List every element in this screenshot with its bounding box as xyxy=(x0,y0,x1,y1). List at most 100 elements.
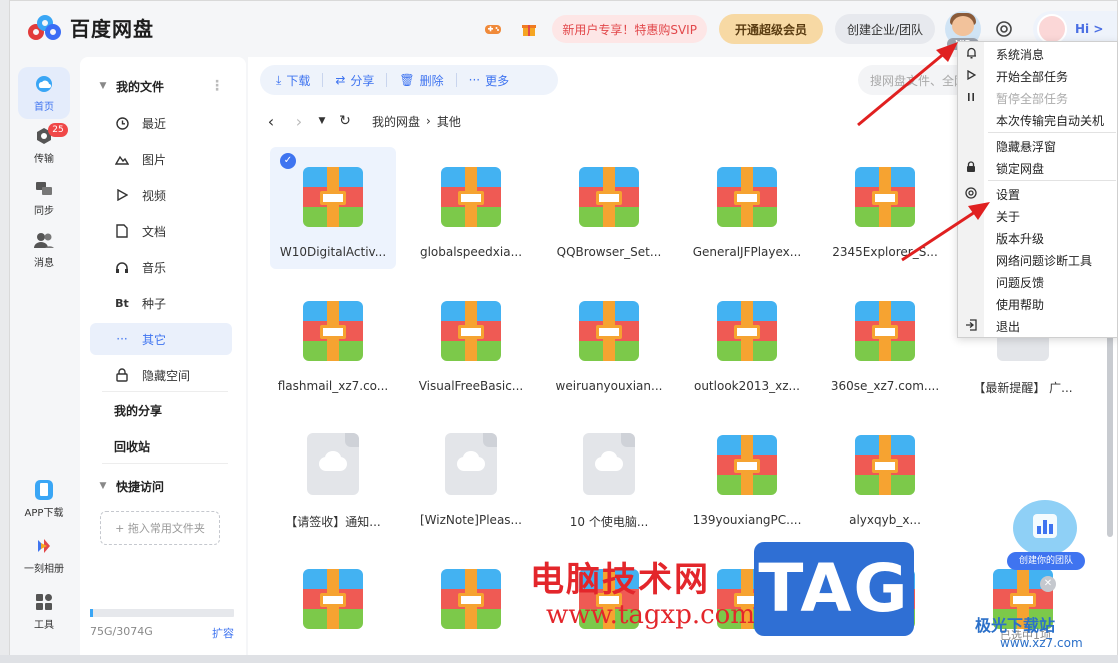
create-team-bubble[interactable]: 创建你的团队 xyxy=(1005,500,1085,572)
logo-text: 百度网盘 xyxy=(70,17,154,41)
rail-transfer[interactable]: 25 传输 xyxy=(18,119,70,171)
add-folder-dropzone[interactable]: + 拖入常用文件夹 xyxy=(100,511,220,545)
menu-item[interactable]: 锁定网盘 xyxy=(958,157,1118,179)
zip-archive-icon xyxy=(579,301,639,361)
svip-promo-button[interactable]: 新用户专享！特惠购SVIP xyxy=(552,15,707,43)
menu-item-label: 暂停全部任务 xyxy=(996,91,1069,106)
transfer-count-badge: 25 xyxy=(48,123,68,137)
file-tile[interactable]: outlook2013_xz... xyxy=(684,281,810,403)
my-files-header[interactable]: ▼ 我的文件 ⋮ xyxy=(90,71,232,101)
refresh-icon[interactable]: ↻ xyxy=(334,113,356,129)
menu-item[interactable]: 问题反馈 xyxy=(958,271,1118,293)
file-tile[interactable]: 360se_xz7.com.... xyxy=(822,281,948,403)
sidebar-item-images[interactable]: 图片 xyxy=(90,143,232,175)
game-controller-icon[interactable] xyxy=(480,16,506,42)
file-tile[interactable]: globalspeedxia... xyxy=(408,147,534,269)
menu-item[interactable]: 关于 xyxy=(958,205,1118,227)
settings-gear-icon[interactable] xyxy=(991,16,1017,42)
sidebar-item-label: 最近 xyxy=(142,116,167,131)
file-tile[interactable]: 139youxiangPC.... xyxy=(684,415,810,537)
storage-quota-text: 75G/3074G xyxy=(90,625,153,638)
play-icon xyxy=(114,189,130,201)
history-dropdown-icon[interactable]: ▼ xyxy=(316,116,328,126)
baidu-netdisk-logo-icon xyxy=(28,14,62,42)
sidebar-item-recent[interactable]: 最近 xyxy=(90,107,232,139)
menu-item[interactable]: 使用帮助 xyxy=(958,293,1118,315)
cloud-doc-icon xyxy=(583,433,635,495)
sync-icon xyxy=(33,178,55,198)
file-tile[interactable]: [WizNote]Pleas... xyxy=(408,415,534,537)
sidebar-item-docs[interactable]: 文档 xyxy=(90,215,232,247)
zip-archive-icon xyxy=(717,167,777,227)
quick-access-header[interactable]: ▼ 快捷访问 xyxy=(90,471,232,501)
sidebar-item-videos[interactable]: 视频 xyxy=(90,179,232,211)
menu-item[interactable]: 系统消息 xyxy=(958,43,1118,65)
rail-tools[interactable]: 工具 xyxy=(18,585,70,637)
team-bubble-label: 创建你的团队 xyxy=(1007,552,1085,570)
menu-item-label: 系统消息 xyxy=(996,47,1045,62)
back-arrow-icon[interactable]: ‹ xyxy=(260,112,282,131)
file-tile[interactable]: 10 个使电脑... xyxy=(546,415,672,537)
menu-item-label: 退出 xyxy=(996,319,1021,334)
sidebar-item-hidden-space[interactable]: 隐藏空间 xyxy=(90,359,232,391)
menu-item[interactable]: 退出 xyxy=(958,315,1118,337)
breadcrumb-root[interactable]: 我的网盘 xyxy=(372,113,420,130)
menu-item-label: 隐藏悬浮窗 xyxy=(996,139,1057,154)
menu-item[interactable]: 开始全部任务 xyxy=(958,65,1118,87)
create-team-button[interactable]: 创建企业/团队 xyxy=(834,14,935,44)
checkmark-icon[interactable]: ✓ xyxy=(280,153,296,169)
recycle-bin-item[interactable]: 回收站 xyxy=(90,431,232,461)
file-tile-partial[interactable] xyxy=(408,549,534,629)
file-tile[interactable]: flashmail_xz7.co... xyxy=(270,281,396,403)
cloud-doc-icon xyxy=(307,433,359,495)
caret-down-icon: ▼ xyxy=(99,481,107,491)
file-tile[interactable]: VisualFreeBasic... xyxy=(408,281,534,403)
file-tile[interactable]: GeneralJFPlayex... xyxy=(684,147,810,269)
more-button[interactable]: ··· 更多 xyxy=(469,72,509,89)
rail-album[interactable]: 一刻相册 xyxy=(18,529,70,581)
menu-item[interactable]: 网络问题诊断工具 xyxy=(958,249,1118,271)
delete-button[interactable]: 🗑︎ 删除 xyxy=(399,72,443,89)
sidebar-item-label: 音乐 xyxy=(142,260,167,275)
menu-item-label: 本次传输完自动关机 xyxy=(996,113,1105,128)
rail-home[interactable]: 首页 xyxy=(18,67,70,119)
rail-tools-label: 工具 xyxy=(34,619,54,631)
zip-archive-icon xyxy=(303,569,363,629)
expand-storage-link[interactable]: 扩容 xyxy=(212,625,234,641)
share-button[interactable]: ⇄ 分享 xyxy=(335,72,374,89)
file-tile[interactable]: ✓ W10DigitalActiv... xyxy=(270,147,396,269)
sidebar-item-torrents[interactable]: Bt 种子 xyxy=(90,287,232,319)
close-icon[interactable]: ✕ xyxy=(1040,576,1056,592)
sidebar-item-music[interactable]: 音乐 xyxy=(90,251,232,283)
menu-item: 暂停全部任务 xyxy=(958,87,1118,109)
vertical-dots-icon[interactable]: ⋮ xyxy=(210,78,224,94)
more-icon: ··· xyxy=(116,332,128,346)
file-name: 2345Explorer_S... xyxy=(832,245,938,259)
menu-item[interactable]: 本次传输完自动关机 xyxy=(958,109,1118,131)
forward-arrow-icon[interactable]: › xyxy=(288,112,310,131)
menu-item[interactable]: 隐藏悬浮窗 xyxy=(958,135,1118,157)
file-tile[interactable]: alyxqyb_x... xyxy=(822,415,948,537)
download-button[interactable]: ⤓ 下载 xyxy=(276,72,310,89)
rail-message[interactable]: 消息 xyxy=(18,223,70,275)
caret-down-icon: ▼ xyxy=(99,81,107,91)
menu-item[interactable]: 版本升级 xyxy=(958,227,1118,249)
open-svip-button[interactable]: 开通超级会员 xyxy=(718,14,823,44)
watermark-brand: 极光下载站 xyxy=(975,616,1056,635)
clock-icon xyxy=(114,116,130,130)
my-share-item[interactable]: 我的分享 xyxy=(90,395,232,425)
file-tile-partial[interactable] xyxy=(270,549,396,629)
file-name: 139youxiangPC.... xyxy=(692,513,802,527)
rail-sync[interactable]: 同步 xyxy=(18,171,70,223)
file-tile[interactable]: weiruanyouxian... xyxy=(546,281,672,403)
gift-icon[interactable] xyxy=(516,16,542,42)
sidebar-item-other[interactable]: ··· 其它 xyxy=(90,323,232,355)
file-tile[interactable]: QQBrowser_Set... xyxy=(546,147,672,269)
file-tile[interactable]: 【请签收】通知... xyxy=(270,415,396,537)
storage-quota-fill xyxy=(90,609,94,617)
menu-item[interactable]: 设置 xyxy=(958,183,1118,205)
trash-icon: 🗑︎ xyxy=(399,73,415,87)
file-tile[interactable]: 2345Explorer_S... xyxy=(822,147,948,269)
zip-archive-icon xyxy=(579,167,639,227)
rail-app-download[interactable]: APP下载 xyxy=(18,473,70,525)
